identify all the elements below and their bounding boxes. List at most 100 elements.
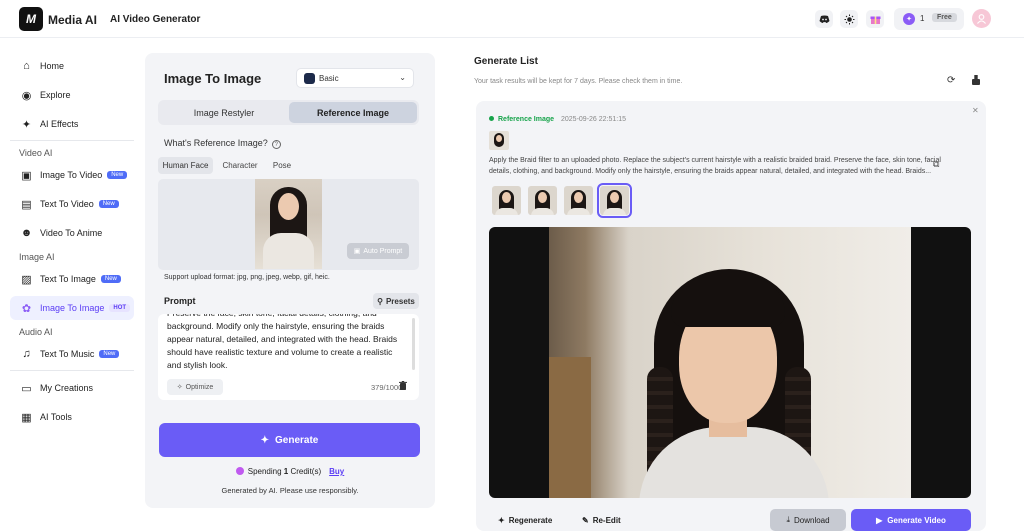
result-thumbnail-selected[interactable] (597, 183, 632, 218)
gift-icon[interactable] (866, 10, 884, 28)
section-label-audio: Audio AI (19, 327, 53, 337)
anime-icon: ☻ (20, 227, 33, 239)
compass-icon: ◉ (21, 89, 32, 102)
optimize-label: Optimize (185, 383, 214, 391)
source-thumbnail[interactable] (489, 131, 509, 150)
sidebar-item-ai-tools[interactable]: ▦ AI Tools (10, 405, 134, 429)
spending-suffix: Credit(s) (288, 467, 322, 476)
buy-link[interactable]: Buy (329, 467, 344, 476)
model-icon (304, 73, 315, 84)
optimize-button[interactable]: ✧ Optimize (167, 379, 223, 395)
refresh-icon[interactable]: ⟳ (947, 75, 955, 86)
model-selected-value: Basic (319, 74, 339, 83)
home-icon: ⌂ (23, 60, 30, 72)
re-edit-label: Re-Edit (592, 515, 621, 525)
music-icon: ♫ (22, 348, 31, 360)
new-badge: New (100, 275, 121, 283)
sun-icon[interactable] (840, 10, 858, 28)
sidebar-item-my-creations[interactable]: ▭ My Creations (10, 376, 134, 400)
discord-icon[interactable] (815, 10, 833, 28)
download-button[interactable]: ⤓ Download (770, 509, 846, 531)
sidebar-item-label: Image To Video (40, 170, 103, 180)
sidebar-item-home[interactable]: ⌂ Home (10, 54, 134, 78)
sidebar-item-label: AI Tools (40, 412, 72, 422)
sidebar-item-ai-effects[interactable]: ✦ AI Effects (10, 112, 134, 136)
re-edit-button[interactable]: ✎ Re-Edit (582, 509, 621, 531)
sidebar-item-label: Home (40, 61, 65, 71)
panel-title: Image To Image (164, 71, 262, 86)
text-image-icon: ▨ (21, 273, 32, 286)
sidebar-item-text-to-video[interactable]: ▤ Text To Video New (10, 192, 134, 216)
credits-pill[interactable]: ✦ 1 Free (894, 8, 964, 30)
avatar[interactable] (972, 9, 991, 28)
task-tag: Reference Image (489, 116, 554, 123)
sidebar-item-image-to-image[interactable]: ✿ Image To Image HOT (10, 296, 134, 320)
sidebar-item-text-to-music[interactable]: ♫ Text To Music New (10, 342, 134, 366)
top-bar: M Media AI AI Video Generator ✦ 1 Free (0, 0, 1024, 38)
regenerate-button[interactable]: ✦ Regenerate (498, 509, 552, 531)
prompt-textarea[interactable]: Preserve the face, skin tone, facial det… (158, 314, 419, 400)
result-thumbnail[interactable] (564, 186, 593, 215)
sidebar-item-label: My Creations (40, 383, 94, 393)
credit-count: 1 (920, 14, 925, 23)
tab-reference-image[interactable]: Reference Image (289, 102, 417, 123)
generate-label: Generate (275, 434, 319, 446)
sidebar-item-label: Explore (40, 90, 71, 100)
tab-character[interactable]: Character (219, 157, 261, 174)
clear-icon[interactable] (971, 75, 981, 88)
folder-icon: ▭ (21, 382, 32, 395)
credit-icon: ✦ (903, 13, 915, 25)
upload-format-hint: Support upload format: jpg, png, jpeg, w… (164, 274, 330, 281)
auto-prompt-label: Auto Prompt (363, 247, 403, 255)
reference-question[interactable]: What's Reference Image?? (164, 138, 281, 149)
download-label: Download (793, 515, 830, 525)
image-to-image-panel: Image To Image Basic ⌄ Image Restyler Re… (145, 53, 435, 508)
video-icon: ▶ (876, 515, 883, 525)
sidebar-divider (10, 370, 134, 371)
sidebar-item-label: Video To Anime (40, 228, 103, 238)
result-image[interactable] (489, 227, 971, 498)
sparkle-icon: ✦ (260, 434, 270, 446)
copy-icon[interactable]: ⧉ (933, 159, 939, 170)
sidebar-divider (10, 140, 134, 141)
prompt-label: Prompt (164, 296, 196, 306)
generate-list-subtitle: Your task results will be kept for 7 day… (474, 78, 683, 85)
prompt-scrollbar[interactable] (412, 318, 415, 370)
char-count: 379/1000 (371, 383, 403, 392)
pin-icon: ⚲ (377, 296, 383, 306)
tab-pose[interactable]: Pose (267, 157, 297, 174)
reference-question-text: What's Reference Image? (164, 138, 268, 148)
sidebar-item-label: AI Effects (40, 119, 79, 129)
logo[interactable]: M (19, 7, 43, 31)
result-thumbnail[interactable] (492, 186, 521, 215)
help-icon[interactable]: ? (271, 140, 281, 149)
spending-prefix: Spending (247, 467, 284, 476)
plan-badge: Free (932, 13, 957, 22)
generate-button[interactable]: ✦ Generate (159, 423, 420, 457)
result-thumbnail[interactable] (528, 186, 557, 215)
trash-icon[interactable] (399, 381, 407, 392)
model-select[interactable]: Basic ⌄ (296, 68, 414, 88)
prompt-scroll-area[interactable]: Preserve the face, skin tone, facial det… (167, 314, 403, 372)
new-badge: New (98, 200, 119, 208)
close-icon[interactable]: ✕ (972, 106, 979, 115)
generate-video-button[interactable]: ▶ Generate Video (851, 509, 971, 531)
presets-button[interactable]: ⚲ Presets (373, 293, 419, 309)
sidebar-item-text-to-image[interactable]: ▨ Text To Image New (10, 267, 134, 291)
image-icon: ▣ (353, 248, 361, 255)
sidebar-item-image-to-video[interactable]: ▣ Image To Video New (10, 163, 134, 187)
tab-human-face[interactable]: Human Face (158, 157, 213, 174)
auto-prompt-button[interactable]: ▣ Auto Prompt (347, 243, 409, 259)
sidebar-item-video-to-anime[interactable]: ☻ Video To Anime (10, 221, 134, 245)
sidebar-item-explore[interactable]: ◉ Explore (10, 83, 134, 107)
section-label-video: Video AI (19, 148, 53, 158)
sidebar-item-label: Text To Music (40, 349, 95, 359)
upload-area[interactable]: ▣ Auto Prompt (158, 179, 419, 270)
result-card: ✕ Reference Image 2025-09-26 22:51:15 Ap… (476, 101, 986, 531)
presets-label: Presets (385, 296, 415, 306)
tab-image-restyler[interactable]: Image Restyler (160, 102, 288, 123)
reference-photo (255, 179, 322, 269)
mode-toggle: Image Restyler Reference Image (158, 100, 419, 125)
tool-name[interactable]: AI Video Generator (110, 14, 200, 25)
brand-name[interactable]: Media AI (48, 13, 97, 27)
